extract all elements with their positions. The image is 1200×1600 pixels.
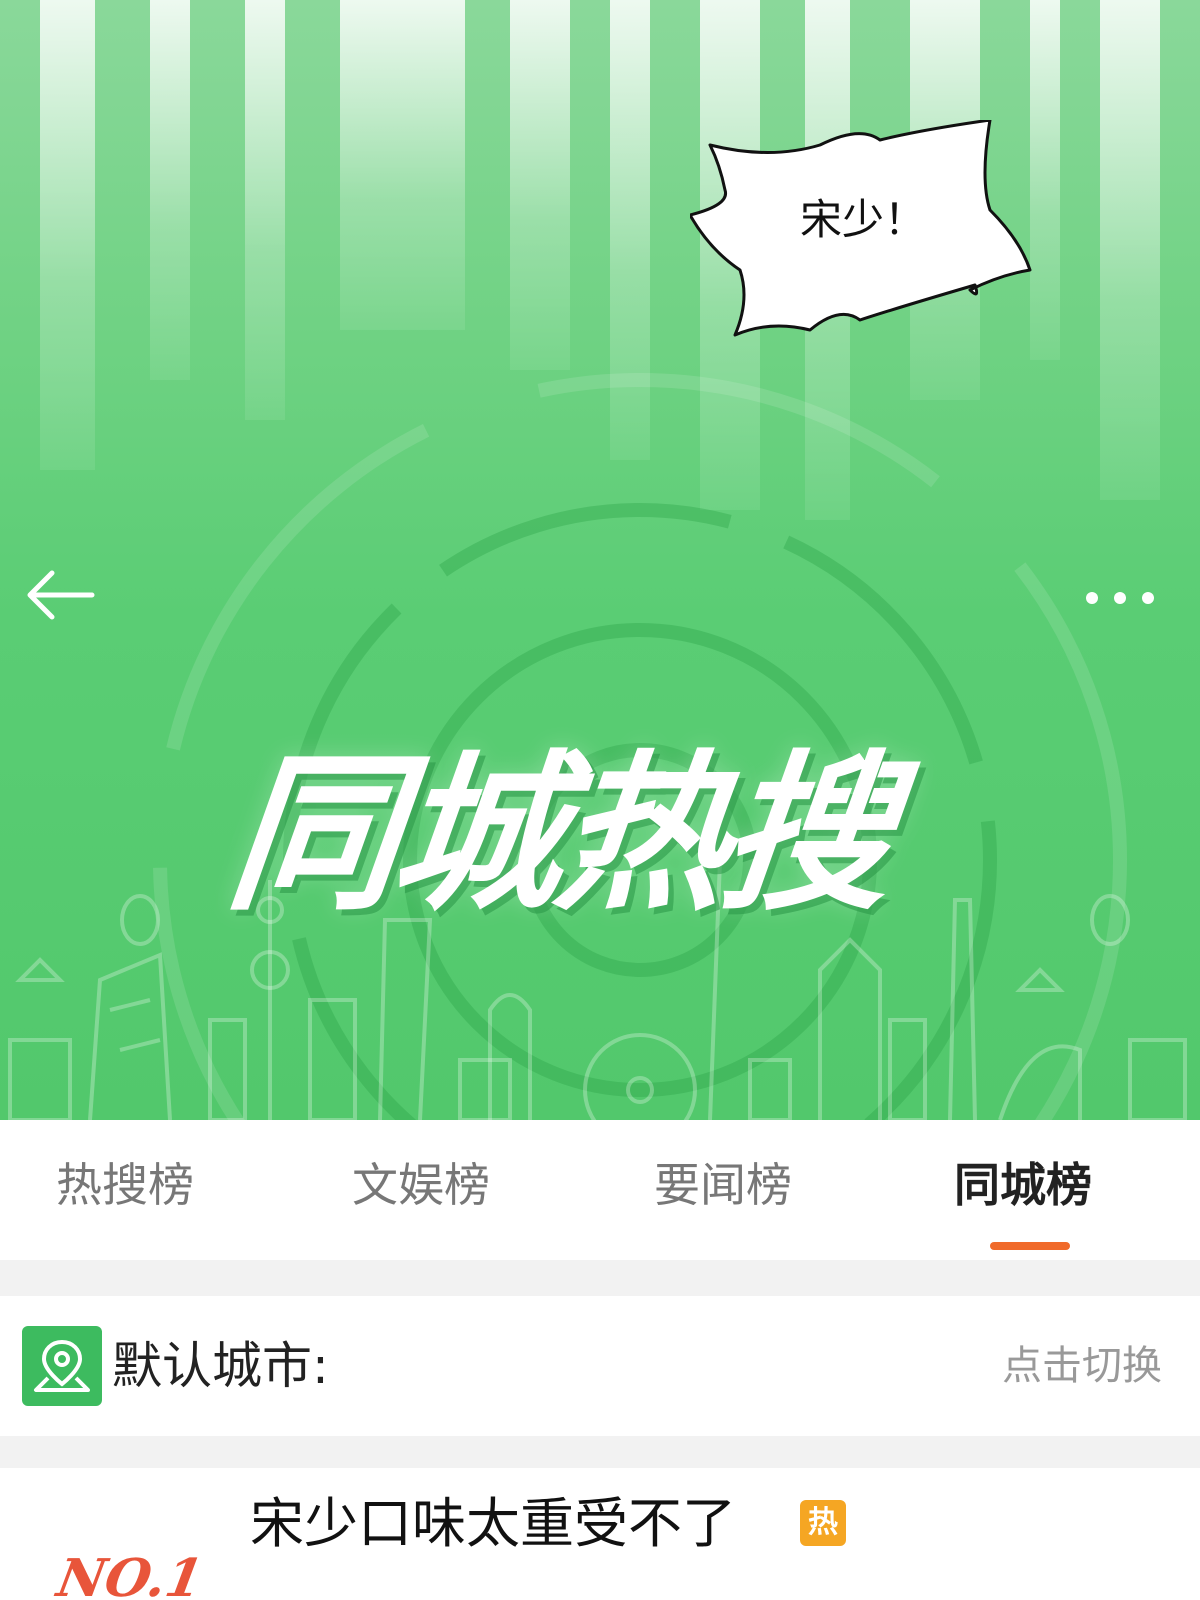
- location-pin-icon: [22, 1326, 102, 1406]
- list-item-title: 宋少口味太重受不了: [250, 1492, 736, 1555]
- tab-news[interactable]: 要闻榜: [654, 1150, 792, 1220]
- tab-local[interactable]: 同城榜: [954, 1150, 1092, 1220]
- switch-city-button[interactable]: 点击切换: [1002, 1340, 1162, 1392]
- more-dots-icon: [1086, 592, 1098, 604]
- more-button[interactable]: [1082, 578, 1162, 618]
- default-city-label: 默认城市:: [112, 1337, 329, 1395]
- rank-label: NO.1: [52, 1548, 208, 1600]
- banner-title: 同城热搜: [219, 736, 897, 934]
- back-button[interactable]: [22, 565, 98, 625]
- tab-entertainment[interactable]: 文娱榜: [352, 1150, 490, 1220]
- active-tab-indicator: [990, 1242, 1070, 1250]
- hot-badge: 热: [800, 1500, 846, 1546]
- ranking-tabs: 热搜榜 文娱榜 要闻榜 同城榜: [0, 1120, 1200, 1260]
- arrow-left-icon: [27, 570, 95, 620]
- speech-bubble-text: 宋少！: [800, 195, 927, 244]
- city-selector-row: 默认城市: 点击切换: [0, 1296, 1200, 1436]
- list-item[interactable]: NO.1 宋少口味太重受不了 热: [0, 1468, 1200, 1600]
- tab-hot-search[interactable]: 热搜榜: [56, 1150, 194, 1220]
